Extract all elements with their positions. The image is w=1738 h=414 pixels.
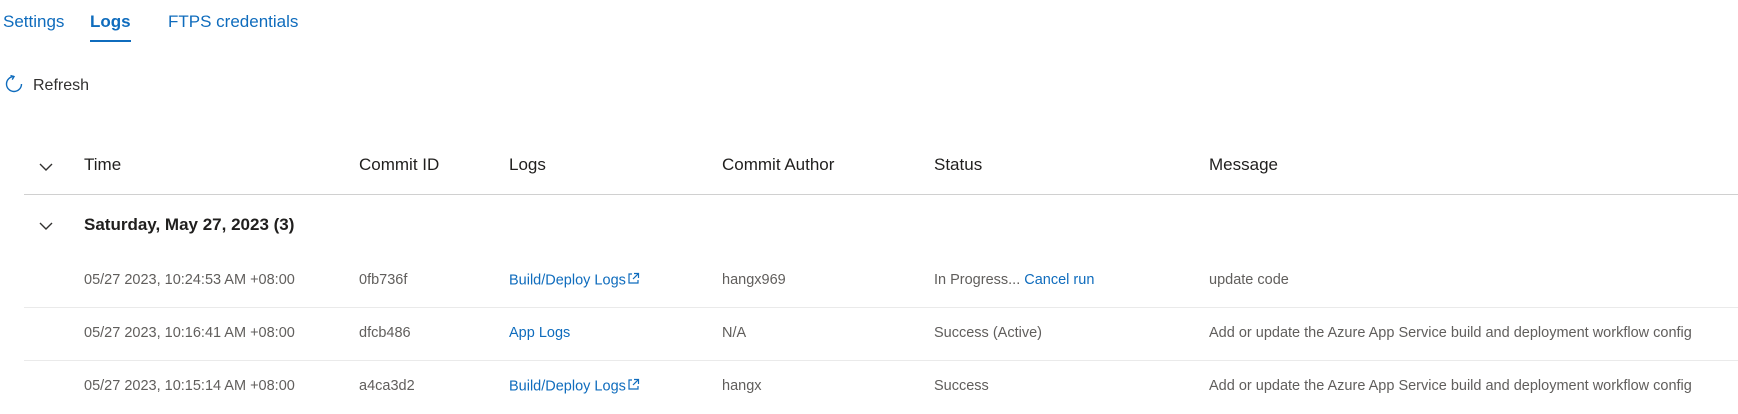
status-text: In Progress...	[934, 272, 1021, 288]
logs-link-label: Build/Deploy Logs	[509, 272, 626, 289]
refresh-icon	[4, 74, 33, 99]
message-cell: Add or update the Azure App Service buil…	[1209, 325, 1692, 341]
author-cell: hangx969	[722, 272, 786, 288]
collapse-all-chevron-icon[interactable]	[36, 157, 56, 177]
group-title: Saturday, May 27, 2023 (3)	[84, 215, 295, 234]
tab-bar: Settings Logs FTPS credentials	[0, 0, 1738, 50]
author-cell: hangx	[722, 378, 762, 394]
tab-ftps-credentials[interactable]: FTPS credentials	[168, 12, 298, 42]
column-header-time[interactable]: Time	[84, 155, 121, 175]
build-deploy-logs-link[interactable]: Build/Deploy Logs	[509, 272, 640, 289]
table-row[interactable]: 05/27 2023, 10:24:53 AM +08:00 0fb736f B…	[24, 255, 1738, 308]
logs-link-label: Build/Deploy Logs	[509, 378, 626, 395]
external-link-icon	[627, 272, 640, 289]
column-header-logs[interactable]: Logs	[509, 155, 546, 175]
time-cell: 05/27 2023, 10:15:14 AM +08:00	[84, 378, 295, 394]
group-header: Saturday, May 27, 2023 (3)	[24, 210, 1738, 246]
status-cell: Success	[934, 378, 989, 394]
tab-settings[interactable]: Settings	[3, 12, 64, 42]
status-cell: In Progress... Cancel run	[934, 272, 1094, 288]
message-cell: update code	[1209, 272, 1289, 288]
column-header-message[interactable]: Message	[1209, 155, 1278, 175]
column-header-commit-author[interactable]: Commit Author	[722, 155, 834, 175]
tab-logs[interactable]: Logs	[90, 12, 131, 42]
commit-id-cell: a4ca3d2	[359, 378, 415, 394]
table-row[interactable]: 05/27 2023, 10:15:14 AM +08:00 a4ca3d2 B…	[24, 361, 1738, 414]
refresh-label: Refresh	[33, 77, 90, 94]
commit-id-cell: dfcb486	[359, 325, 411, 341]
commit-id-cell: 0fb736f	[359, 272, 408, 288]
cancel-run-link[interactable]: Cancel run	[1024, 272, 1094, 288]
table-row[interactable]: 05/27 2023, 10:16:41 AM +08:00 dfcb486 A…	[24, 308, 1738, 361]
app-logs-link[interactable]: App Logs	[509, 325, 570, 341]
message-cell: Add or update the Azure App Service buil…	[1209, 378, 1692, 394]
refresh-button[interactable]: Refresh	[4, 74, 90, 99]
time-cell: 05/27 2023, 10:24:53 AM +08:00	[84, 272, 295, 288]
column-header-commit-id[interactable]: Commit ID	[359, 155, 439, 175]
status-cell: Success (Active)	[934, 325, 1042, 341]
author-cell: N/A	[722, 325, 747, 341]
external-link-icon	[627, 378, 640, 395]
group-collapse-chevron-icon[interactable]	[36, 216, 56, 236]
grid-header: Time Commit ID Logs Commit Author Status…	[24, 145, 1738, 195]
time-cell: 05/27 2023, 10:16:41 AM +08:00	[84, 325, 295, 341]
build-deploy-logs-link[interactable]: Build/Deploy Logs	[509, 378, 640, 395]
column-header-status[interactable]: Status	[934, 155, 982, 175]
